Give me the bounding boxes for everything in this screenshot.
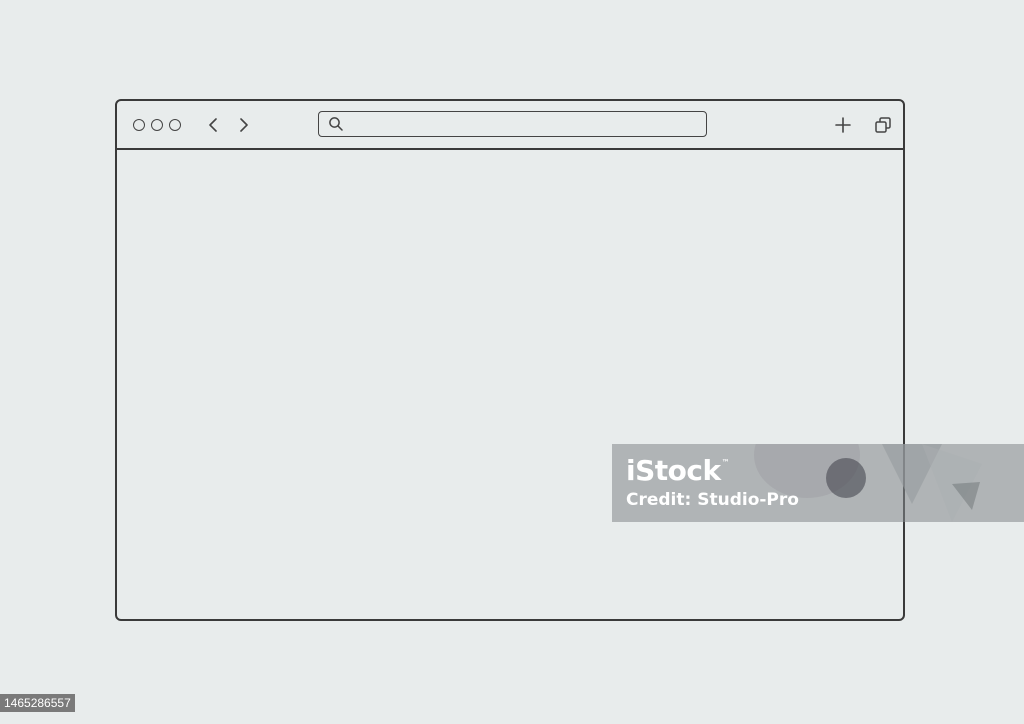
chevron-left-icon (209, 118, 217, 132)
stock-watermark: iStock™ Credit: Studio-Pro (612, 444, 1024, 522)
watermark-credit: Credit: Studio-Pro (626, 490, 799, 510)
istock-logo: iStock™ (626, 454, 730, 487)
copy-icon (875, 117, 891, 133)
address-bar[interactable] (318, 111, 707, 137)
watermark-decoration (882, 444, 982, 522)
new-tab-button[interactable] (832, 114, 854, 136)
search-icon (329, 117, 343, 131)
window-control-close[interactable] (133, 119, 145, 131)
tabs-overview-button[interactable] (872, 114, 894, 136)
page-content-area (117, 150, 903, 619)
back-button[interactable] (203, 115, 223, 135)
window-control-maximize[interactable] (169, 119, 181, 131)
browser-toolbar (117, 101, 903, 150)
browser-window (115, 99, 905, 621)
watermark-decoration (826, 458, 866, 498)
address-input[interactable] (349, 114, 700, 134)
chevron-right-icon (240, 118, 248, 132)
forward-button[interactable] (234, 115, 254, 135)
stock-image-id: 1465286557 (0, 694, 75, 712)
plus-icon (835, 117, 851, 133)
window-control-minimize[interactable] (151, 119, 163, 131)
